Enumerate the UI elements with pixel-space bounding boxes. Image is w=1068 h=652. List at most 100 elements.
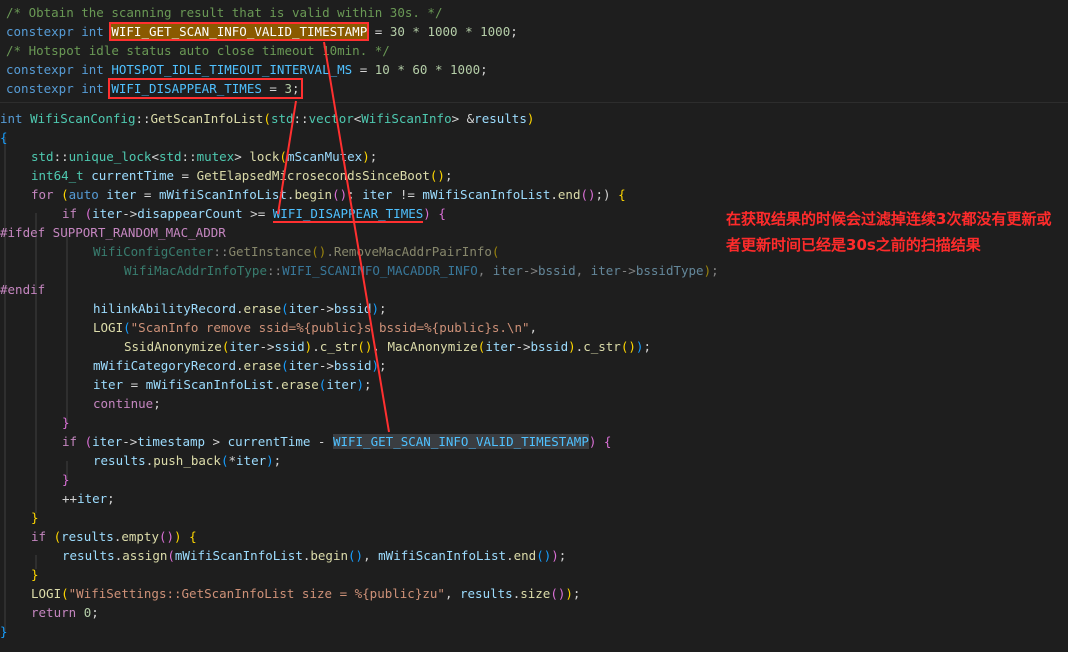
code-line-current-time: int64_t currentTime = GetElapsedMicrosec… [31,168,453,183]
field-bssid[interactable]: bssid [538,263,576,278]
method-end[interactable]: end [558,187,581,202]
method-begin[interactable]: begin [294,187,332,202]
method-size[interactable]: size [520,586,550,601]
method-getinstance[interactable]: GetInstance [228,244,311,259]
method-empty[interactable]: empty [121,529,159,544]
field-disappearcount[interactable]: disappearCount [137,206,242,221]
var-mwifiscaninfolist[interactable]: mWifiScanInfoList [146,377,274,392]
class-wificonfigcenter[interactable]: WifiConfigCenter [93,244,213,259]
var-results[interactable]: results [93,453,146,468]
constant-wifi-disappear-times-ref[interactable]: WIFI_DISAPPEAR_TIMES [272,206,424,223]
class-name[interactable]: WifiScanConfig [30,111,135,126]
code-line-close-for: } [31,508,39,527]
var-iter[interactable]: iter [92,434,122,449]
semicolon: ; [510,24,518,39]
keyword: constexpr int [6,81,112,96]
code-line-lock: std::unique_lock<std::mutex> lock(mScanM… [31,149,378,164]
var-results[interactable]: results [460,586,513,601]
var-iter[interactable]: iter [362,187,392,202]
operator: >= [242,206,273,221]
type-vector[interactable]: vector [309,111,354,126]
var-iter[interactable]: iter [93,377,123,392]
function-logi[interactable]: LOGI [93,320,123,335]
field-bssid[interactable]: bssid [334,358,372,373]
method-erase[interactable]: erase [244,301,282,316]
method-erase[interactable]: erase [281,377,319,392]
var-mwificategoryrecord[interactable]: mWifiCategoryRecord [93,358,236,373]
code-line-anonymize: SsidAnonymize(iter->ssid).c_str(), MacAn… [124,339,651,354]
namespace-std[interactable]: std [271,111,294,126]
var-results[interactable]: results [62,548,115,563]
code-line-iter-erase: iter = mWifiScanInfoList.erase(iter); [93,377,372,392]
var-results[interactable]: results [61,529,114,544]
field-bssid[interactable]: bssid [334,301,372,316]
code-line-remove-mac: WifiConfigCenter::GetInstance().RemoveMa… [93,244,500,259]
method-erase[interactable]: erase [244,358,282,373]
field-timestamp[interactable]: timestamp [137,434,205,449]
type-wifiscaninfo[interactable]: WifiScanInfo [361,111,451,126]
var-iter[interactable]: iter [326,377,356,392]
method-end[interactable]: end [514,548,537,563]
code-line-return: return 0; [31,605,99,620]
var-iter[interactable]: iter [485,339,515,354]
type-int64[interactable]: int64_t [31,168,84,183]
code-line-if-empty: if (results.empty()) { [31,529,197,544]
function-call[interactable]: GetElapsedMicrosecondsSinceBoot [197,168,430,183]
method-push-back[interactable]: push_back [153,453,221,468]
var-mscanmutex[interactable]: mScanMutex [287,149,362,164]
field-bssidtype[interactable]: bssidType [636,263,704,278]
comment-text: /* Hotspot idle status auto close timeou… [6,43,390,58]
var-lock[interactable]: lock [249,149,279,164]
method-removemacaddrpairinfo[interactable]: RemoveMacAddrPairInfo [334,244,492,259]
var-currenttime[interactable]: currentTime [228,434,311,449]
type-mutex[interactable]: mutex [197,149,235,164]
function-logi[interactable]: LOGI [31,586,61,601]
field-ssid[interactable]: ssid [275,339,305,354]
var-mwifiscaninfolist[interactable]: mWifiScanInfoList [378,548,506,563]
var-iter[interactable]: iter [92,206,122,221]
method-assign[interactable]: assign [122,548,167,563]
var-mwifiscaninfolist[interactable]: mWifiScanInfoList [175,548,303,563]
var-iter[interactable]: iter [289,358,319,373]
type-wifimacaddrinfotype[interactable]: WifiMacAddrInfoType [124,263,267,278]
paren: ) [526,111,535,126]
code-line-close-if2: } [62,470,70,489]
code-line-valid-timestamp: constexpr int WIFI_GET_SCAN_INFO_VALID_T… [6,22,518,41]
constant-wifi-disappear-times[interactable]: WIFI_DISAPPEAR_TIMES [111,81,262,96]
namespace-std[interactable]: std [31,149,54,164]
var-mwifiscaninfolist[interactable]: mWifiScanInfoList [422,187,550,202]
field-bssid[interactable]: bssid [531,339,569,354]
function-macanonymize[interactable]: MacAnonymize [387,339,477,354]
constant-valid-timestamp-ref[interactable]: WIFI_GET_SCAN_INFO_VALID_TIMESTAMP [332,434,589,449]
constant-wifi-get-scan-info-valid-timestamp[interactable]: WIFI_GET_SCAN_INFO_VALID_TIMESTAMP [109,22,370,41]
param-results[interactable]: results [474,111,527,126]
code-line-ifdef: #ifdef SUPPORT_RANDOM_MAC_ADDR [0,223,226,242]
code-line-close-if: } [62,413,70,432]
var-iter[interactable]: iter [77,491,107,506]
constant-hotspot-idle-timeout[interactable]: HOTSPOT_IDLE_TIMEOUT_INTERVAL_MS [111,62,352,77]
keyword-int: int [0,111,31,126]
code-line-category-erase: mWifiCategoryRecord.erase(iter->bssid); [93,358,387,373]
keyword-if: if [62,434,78,449]
var-iter[interactable]: iter [236,453,266,468]
var-currenttime[interactable]: currentTime [91,168,174,183]
brace: } [0,624,8,639]
var-iter[interactable]: iter [493,263,523,278]
method-c-str[interactable]: c_str [583,339,621,354]
namespace-std[interactable]: std [159,149,182,164]
method-c-str[interactable]: c_str [320,339,358,354]
method-begin[interactable]: begin [310,548,348,563]
var-hilinkabilityrecord[interactable]: hilinkAbilityRecord [93,301,236,316]
var-mwifiscaninfolist[interactable]: mWifiScanInfoList [159,187,287,202]
type-unique-lock[interactable]: unique_lock [69,149,152,164]
keyword: constexpr int [6,24,112,39]
var-iter[interactable]: iter [106,187,136,202]
function-name[interactable]: GetScanInfoList [151,111,264,126]
function-ssidanonymize[interactable]: SsidAnonymize [124,339,222,354]
var-iter[interactable]: iter [289,301,319,316]
enum-wifi-scaninfo-macaddr-info[interactable]: WIFI_SCANINFO_MACADDR_INFO [282,263,478,278]
code-line-logi-remove: LOGI("ScanInfo remove ssid=%{public}s bs… [93,320,538,335]
var-iter[interactable]: iter [591,263,621,278]
operator: - [310,434,333,449]
var-iter[interactable]: iter [229,339,259,354]
